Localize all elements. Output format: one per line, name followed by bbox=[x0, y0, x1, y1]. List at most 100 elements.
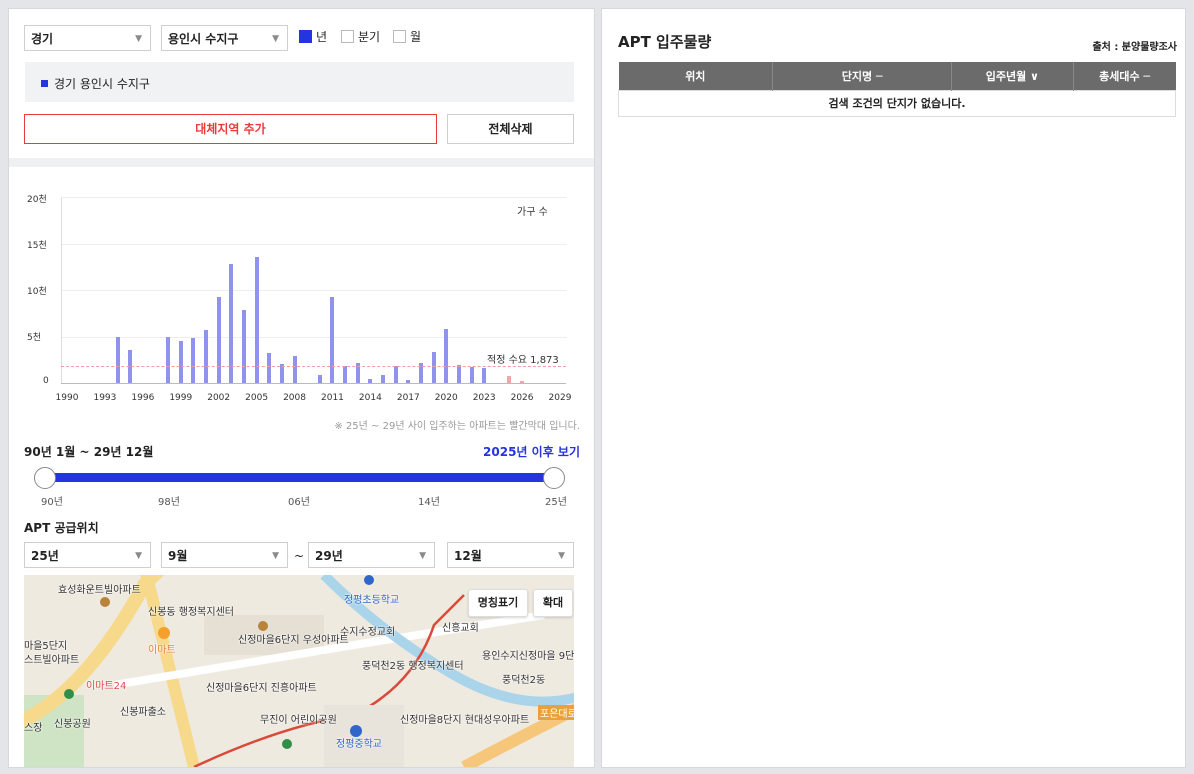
chart-note: ※ 25년 ~ 29년 사이 입주하는 아파트는 빨간막대 입니다. bbox=[334, 421, 580, 432]
bar[interactable] bbox=[507, 376, 512, 383]
school-marker-icon[interactable] bbox=[364, 575, 374, 585]
bar[interactable] bbox=[431, 352, 436, 383]
province-select[interactable]: 경기 ▼ bbox=[24, 25, 151, 51]
x-axis-line bbox=[61, 383, 566, 384]
map-label: 효성화운트빌아파트 bbox=[58, 585, 141, 596]
range-tick: 06년 bbox=[288, 497, 310, 508]
district-select[interactable]: 용인시 수지구 ▼ bbox=[161, 25, 288, 51]
x-tick-label: 1999 bbox=[169, 393, 193, 403]
chevron-down-icon: ▼ bbox=[272, 551, 279, 561]
map-label: 마을5단지 bbox=[24, 641, 68, 652]
delete-all-button[interactable]: 전체삭제 bbox=[447, 114, 574, 144]
bar[interactable] bbox=[254, 257, 259, 383]
bar[interactable] bbox=[115, 336, 120, 383]
period-month-checkbox[interactable]: 월 bbox=[393, 29, 421, 45]
school-marker-icon[interactable] bbox=[350, 725, 362, 737]
map-label: 신봉동 행정복지센터 bbox=[148, 607, 234, 618]
column-header-complex-name[interactable]: 단지명 ─ bbox=[772, 62, 953, 90]
range-slider-end-handle[interactable] bbox=[543, 467, 565, 489]
column-header-move-in-date[interactable]: 입주년월 ∨ bbox=[951, 62, 1074, 90]
bar[interactable] bbox=[482, 368, 487, 383]
bar[interactable] bbox=[241, 310, 246, 383]
bar[interactable] bbox=[520, 381, 525, 383]
park-marker-icon[interactable] bbox=[64, 689, 74, 699]
gridline bbox=[62, 290, 567, 291]
period-quarter-checkbox[interactable]: 분기 bbox=[341, 29, 380, 45]
add-region-button[interactable]: 대체지역 추가 bbox=[24, 114, 437, 144]
x-tick-label: 2011 bbox=[321, 393, 344, 403]
map-label: 신정마을8단지 현대성우아파트 bbox=[400, 715, 530, 726]
range-tick: 90년 bbox=[41, 497, 63, 508]
bar[interactable] bbox=[393, 366, 398, 383]
bar[interactable] bbox=[267, 353, 272, 383]
to-month-select[interactable]: 12월 ▼ bbox=[447, 542, 574, 568]
section-divider bbox=[9, 158, 594, 167]
bar[interactable] bbox=[406, 380, 411, 383]
store-marker-icon[interactable] bbox=[158, 627, 170, 639]
map-label: 포은대로 bbox=[538, 705, 574, 720]
bar[interactable] bbox=[456, 365, 461, 383]
from-year-select[interactable]: 25년 ▼ bbox=[24, 542, 151, 568]
bar[interactable] bbox=[469, 367, 474, 383]
apartment-marker-icon[interactable] bbox=[258, 621, 268, 631]
bar[interactable] bbox=[216, 297, 221, 383]
x-tick-label: 2020 bbox=[434, 393, 458, 403]
bar[interactable] bbox=[330, 296, 335, 383]
zoom-button[interactable]: 확대 bbox=[533, 589, 573, 617]
bar[interactable] bbox=[381, 374, 386, 383]
from-month-value: 9월 bbox=[168, 549, 188, 563]
period-year-checkbox[interactable]: 년 bbox=[299, 29, 327, 45]
empty-message: 검색 조건의 단지가 없습니다. bbox=[828, 97, 966, 110]
apt-table: 위치 단지명 ─ 입주년월 ∨ 총세대수 ─ 검색 조건의 단지가 없습니다. bbox=[618, 62, 1176, 117]
y-tick-label: 20천 bbox=[27, 195, 47, 205]
to-month-value: 12월 bbox=[454, 549, 482, 563]
x-tick-label: 2026 bbox=[510, 393, 534, 403]
column-header-location[interactable]: 위치 bbox=[618, 62, 774, 90]
chevron-down-icon: ▼ bbox=[272, 34, 279, 44]
chevron-down-icon: ▼ bbox=[419, 551, 426, 561]
bar[interactable] bbox=[317, 374, 322, 383]
to-year-select[interactable]: 29년 ▼ bbox=[308, 542, 435, 568]
map-label: 용인수지신정마을 9단지주공아파트 bbox=[482, 651, 574, 662]
x-tick-label: 2014 bbox=[358, 393, 382, 403]
from-month-select[interactable]: 9월 ▼ bbox=[161, 542, 288, 568]
region-item[interactable]: 경기 용인시 수지구 bbox=[41, 75, 150, 92]
bar[interactable] bbox=[204, 329, 209, 383]
apt-table-title: APT 입주물량 bbox=[618, 33, 712, 51]
apartment-marker-icon[interactable] bbox=[100, 597, 110, 607]
to-year-value: 29년 bbox=[315, 549, 343, 563]
bar[interactable] bbox=[279, 364, 284, 383]
range-tick: 25년 bbox=[545, 497, 567, 508]
x-tick-label: 2002 bbox=[207, 393, 231, 403]
map-label: 신흥교회 bbox=[442, 623, 479, 634]
bar[interactable] bbox=[191, 338, 196, 383]
map-label: 풍덕천2동 행정복지센터 bbox=[362, 661, 464, 672]
bar[interactable] bbox=[444, 329, 449, 383]
bar[interactable] bbox=[178, 341, 183, 383]
bar[interactable] bbox=[368, 379, 373, 383]
range-tick: 98년 bbox=[158, 497, 180, 508]
map-label: 스트빌아파트 bbox=[24, 655, 80, 666]
name-toggle-button[interactable]: 명칭표기 bbox=[468, 589, 528, 617]
district-value: 용인시 수지구 bbox=[168, 32, 239, 46]
square-bullet-icon bbox=[41, 80, 48, 87]
map-label: 신봉파출소 bbox=[120, 707, 166, 718]
bar[interactable] bbox=[343, 366, 348, 383]
y-tick-label: 5천 bbox=[27, 333, 42, 343]
future-view-link[interactable]: 2025년 이후 보기 bbox=[483, 443, 580, 460]
y-tick-label: 0 bbox=[43, 376, 49, 386]
range-slider-start-handle[interactable] bbox=[34, 467, 56, 489]
bar[interactable] bbox=[292, 356, 297, 383]
range-slider-track[interactable] bbox=[45, 473, 554, 482]
x-tick-label: 2005 bbox=[245, 393, 269, 403]
gridline bbox=[62, 337, 567, 338]
map-label: 풍덕천2동 bbox=[502, 675, 546, 686]
left-panel: 경기 ▼ 용인시 수지구 ▼ 년 분기 월 경기 용인시 수지구 대체지역 추가… bbox=[8, 8, 595, 768]
checkbox-checked-icon bbox=[299, 30, 312, 43]
column-header-total-units[interactable]: 총세대수 ─ bbox=[1073, 62, 1175, 90]
bar[interactable] bbox=[166, 337, 171, 383]
bar[interactable] bbox=[128, 350, 133, 383]
map-label: 신정마을6단지 우성아파트 bbox=[238, 635, 349, 646]
park-marker-icon[interactable] bbox=[282, 739, 292, 749]
period-month-label: 월 bbox=[410, 30, 422, 44]
